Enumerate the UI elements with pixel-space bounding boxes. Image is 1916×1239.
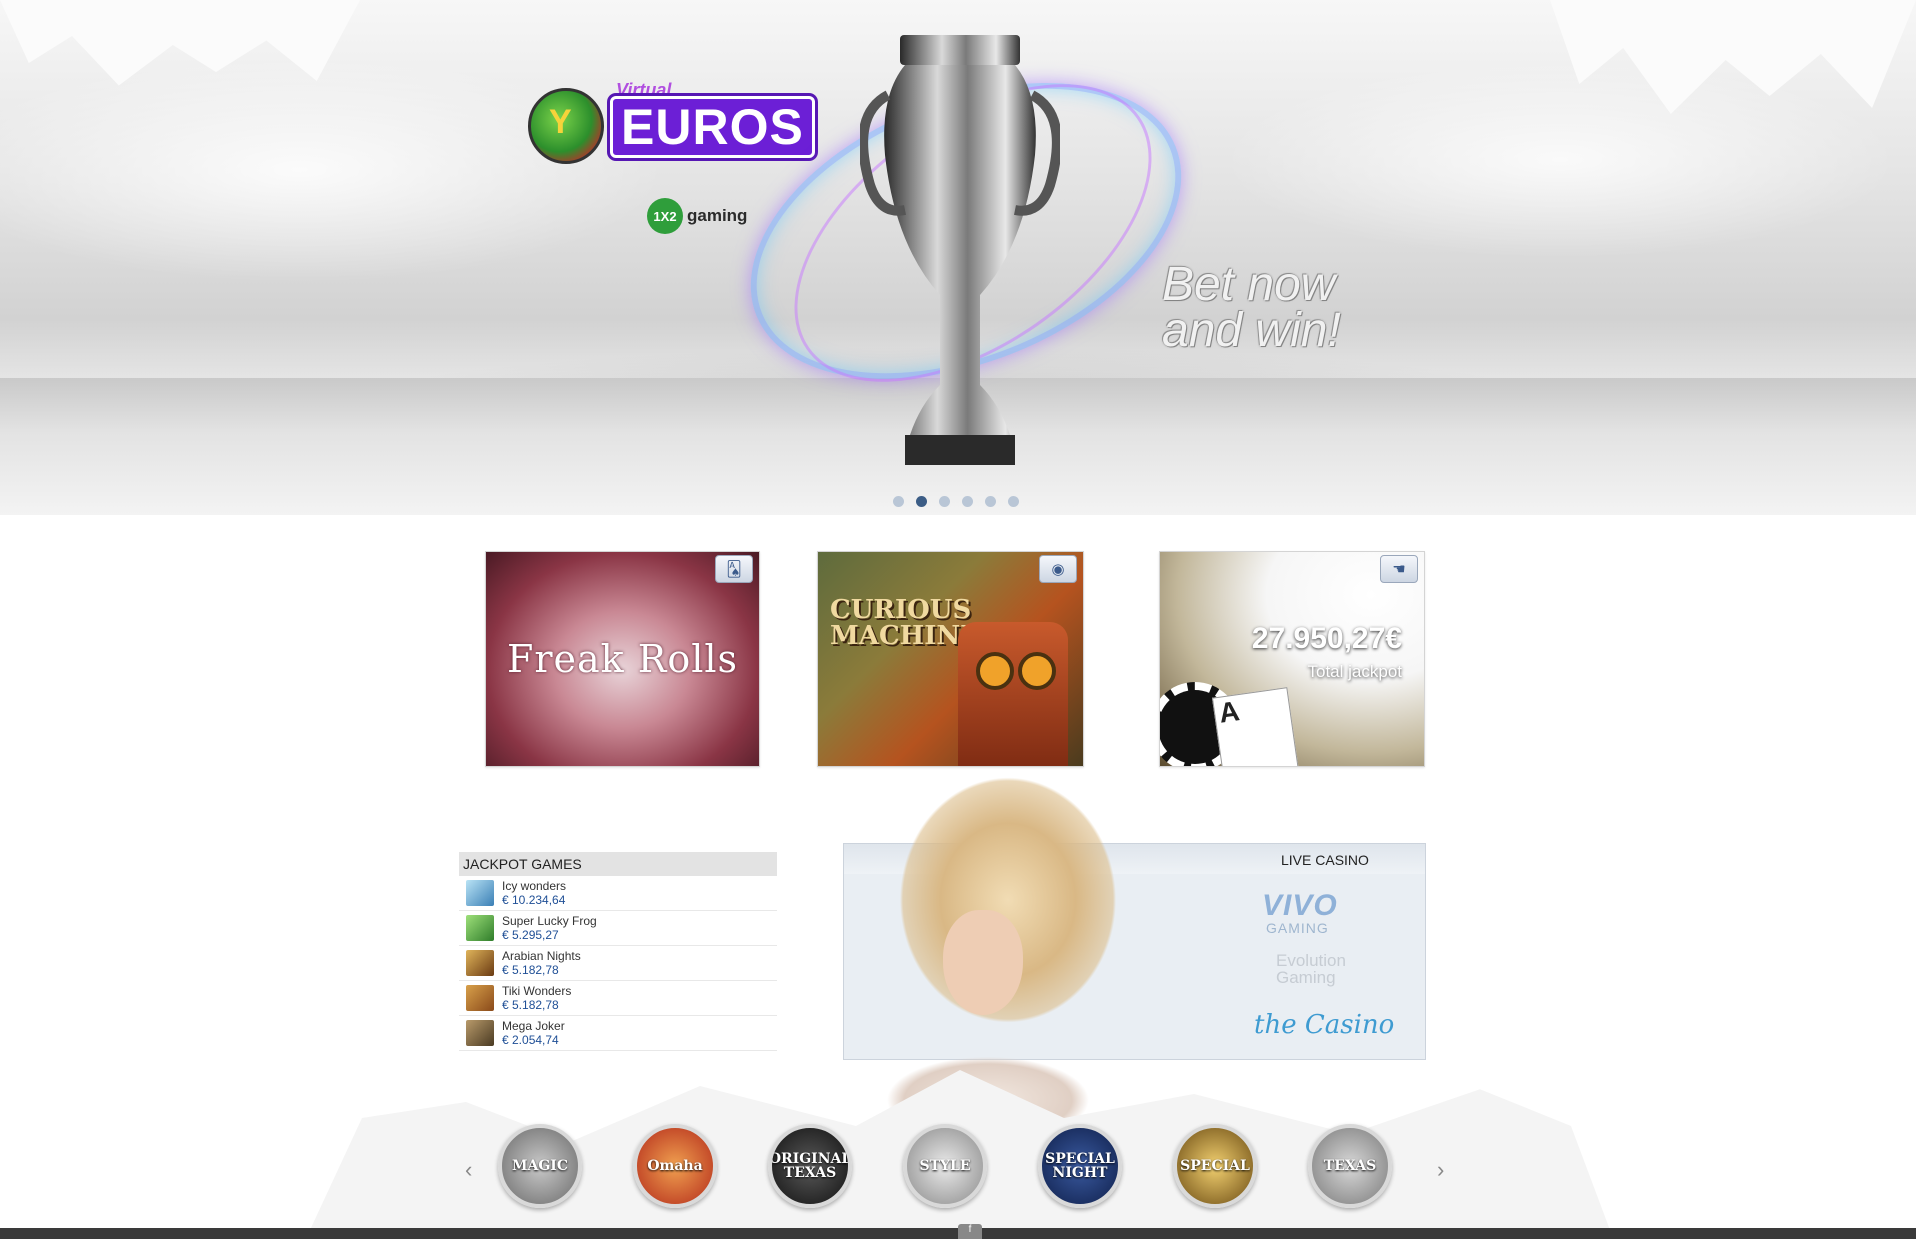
tagline-line2: and win!: [1162, 304, 1341, 357]
game-style[interactable]: STYLE: [903, 1124, 987, 1208]
model-face: [943, 910, 1023, 1015]
game-name: Icy wonders: [502, 879, 567, 893]
game-thumbnail: [466, 950, 494, 976]
provider-logo: 1X2 gaming: [647, 198, 747, 234]
game-name: Mega Joker: [502, 1019, 565, 1033]
provider-evolution-name: Evolution: [1276, 951, 1346, 970]
carousel-prev-icon[interactable]: ‹: [465, 1157, 472, 1183]
hero-banner[interactable]: Y Virtual EUROS 1X2 gaming Bet now and w…: [0, 0, 1916, 515]
hand-icon: ☚: [1380, 555, 1418, 583]
euros-emblem-icon: Y: [528, 88, 604, 164]
chip-icon: ◉: [1039, 555, 1077, 583]
provider-evolution[interactable]: Evolution Gaming: [1276, 952, 1346, 986]
game-title: SPECIAL: [1180, 1158, 1250, 1174]
jackpot-game-row[interactable]: Icy wonders € 10.234,64: [459, 876, 777, 911]
game-title: TEXAS: [1323, 1158, 1377, 1174]
slide-indicators: [893, 496, 1019, 507]
game-special-night[interactable]: SPECIAL NIGHT: [1038, 1124, 1122, 1208]
game-thumbnail: [466, 1020, 494, 1046]
game-title: STYLE: [919, 1158, 971, 1174]
promo-title: Freak Rolls: [506, 637, 739, 681]
promo-total-jackpot[interactable]: ☚ 27.950,27€ Total jackpot A: [1159, 551, 1425, 767]
game-thumbnail: [466, 985, 494, 1011]
slide-dot-active[interactable]: [916, 496, 927, 507]
jackpot-games-title: JACKPOT GAMES: [459, 852, 777, 876]
game-thumbnail: [466, 915, 494, 941]
game-name: Tiki Wonders: [502, 984, 572, 998]
live-casino-title: LIVE CASINO: [1281, 852, 1369, 868]
game-jackpot-value: € 5.182,78: [502, 963, 559, 977]
game-title: Omaha: [647, 1158, 703, 1174]
game-title: ORIGINAL TEXAS: [768, 1151, 852, 1181]
ace-card-image: A: [1211, 687, 1301, 766]
game-omaha[interactable]: Omaha: [633, 1124, 717, 1208]
jackpot-game-row[interactable]: Tiki Wonders € 5.182,78: [459, 981, 777, 1016]
slide-dot[interactable]: [939, 496, 950, 507]
game-jackpot-value: € 5.295,27: [502, 928, 559, 942]
provider-badge: 1X2: [647, 198, 683, 234]
game-jackpot-value: € 2.054,74: [502, 1033, 559, 1047]
jackpot-game-row[interactable]: Mega Joker € 2.054,74: [459, 1016, 777, 1051]
tagline-line1: Bet now: [1162, 258, 1336, 311]
game-jackpot-value: € 10.234,64: [502, 893, 566, 907]
provider-name: gaming: [687, 206, 748, 225]
promo-curious-machine[interactable]: ◉ CURIOUS MACHINE: [817, 551, 1084, 767]
slide-dot[interactable]: [893, 496, 904, 507]
game-title: MAGIC: [511, 1158, 568, 1174]
logo-euros-text: EUROS: [610, 96, 815, 158]
cards-icon: 🂡: [715, 555, 753, 583]
provider-evolution-sub: Gaming: [1276, 968, 1336, 987]
game-special[interactable]: SPECIAL: [1173, 1124, 1257, 1208]
carousel-next-icon[interactable]: ›: [1437, 1157, 1444, 1183]
game-name: Arabian Nights: [502, 949, 581, 963]
game-magic[interactable]: MAGIC: [498, 1124, 582, 1208]
robot-image: [958, 622, 1068, 766]
jackpot-games-panel: JACKPOT GAMES Icy wonders € 10.234,64 Sup…: [459, 852, 777, 1051]
game-texas[interactable]: TEXAS: [1308, 1124, 1392, 1208]
jackpot-amount: 27.950,27€: [1251, 622, 1402, 655]
facebook-icon[interactable]: f: [958, 1224, 982, 1239]
provider-vivo-sub: GAMING: [1266, 920, 1329, 936]
slide-dot[interactable]: [985, 496, 996, 507]
euros-logo: Y Virtual EUROS: [528, 80, 828, 164]
robot-eye: [976, 652, 1014, 690]
promo-freak-rolls[interactable]: 🂡 Freak Rolls: [485, 551, 760, 767]
jackpot-game-row[interactable]: Super Lucky Frog € 5.295,27: [459, 911, 777, 946]
slide-dot[interactable]: [1008, 496, 1019, 507]
provider-vivo[interactable]: VIVO: [1262, 889, 1338, 923]
hero-tagline: Bet now and win!: [1162, 258, 1341, 357]
jackpot-game-row[interactable]: Arabian Nights € 5.182,78: [459, 946, 777, 981]
game-name: Super Lucky Frog: [502, 914, 597, 928]
robot-eye: [1018, 652, 1056, 690]
game-thumbnail: [466, 880, 494, 906]
game-title: SPECIAL NIGHT: [1045, 1151, 1115, 1181]
game-jackpot-value: € 5.182,78: [502, 998, 559, 1012]
slide-dot[interactable]: [962, 496, 973, 507]
game-original-texas[interactable]: ORIGINAL TEXAS: [768, 1124, 852, 1208]
provider-the-casino[interactable]: the Casino: [1254, 1010, 1394, 1040]
jackpot-label: Total jackpot: [1307, 662, 1403, 681]
trophy-image: [860, 35, 1060, 465]
